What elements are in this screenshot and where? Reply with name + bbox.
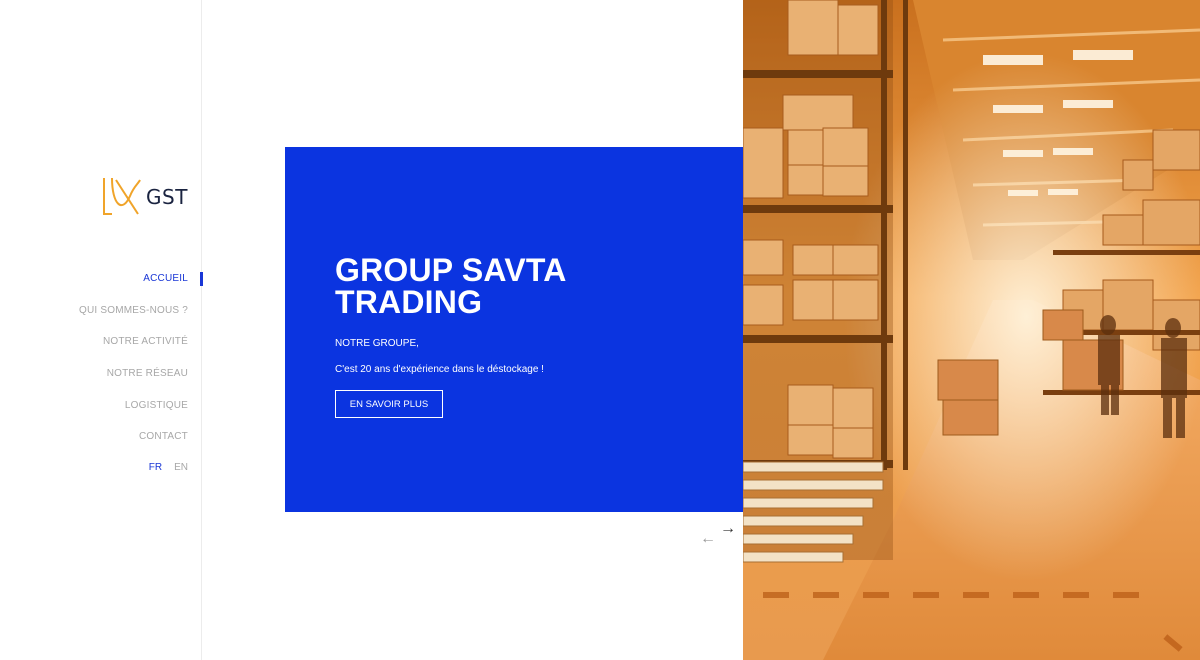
lang-en[interactable]: EN	[174, 462, 188, 473]
logo-text: GST	[146, 185, 188, 209]
arrow-right-icon[interactable]: →	[720, 521, 736, 537]
nav-item-notre-reseau[interactable]: NOTRE RÉSEAU	[79, 365, 188, 397]
main-nav: ACCUEIL QUI SOMMES-NOUS ? NOTRE ACTIVITÉ…	[79, 270, 188, 460]
hero-text: C'est 20 ans d'expérience dans le déstoc…	[335, 364, 544, 375]
nav-active-indicator	[200, 272, 203, 286]
hero-subtitle: NOTRE GROUPE,	[335, 338, 419, 349]
warehouse-illustration	[743, 0, 1200, 660]
language-switcher: FR EN	[149, 462, 188, 473]
gst-logo-icon	[103, 177, 141, 215]
lang-fr[interactable]: FR	[149, 462, 162, 473]
nav-item-qui-sommes-nous[interactable]: QUI SOMMES-NOUS ?	[79, 302, 188, 334]
nav-item-notre-activite[interactable]: NOTRE ACTIVITÉ	[79, 333, 188, 365]
nav-item-contact[interactable]: CONTACT	[79, 428, 188, 460]
sidebar: GST ACCUEIL QUI SOMMES-NOUS ? NOTRE ACTI…	[0, 0, 203, 660]
logo[interactable]: GST	[100, 174, 192, 220]
learn-more-button[interactable]: EN SAVOIR PLUS	[335, 390, 443, 418]
warehouse-image	[743, 0, 1200, 660]
nav-item-logistique[interactable]: LOGISTIQUE	[79, 397, 188, 429]
nav-item-accueil[interactable]: ACCUEIL	[79, 270, 188, 302]
hero-title: GROUP SAVTA TRADING	[335, 252, 566, 320]
hero-card: GROUP SAVTA TRADING NOTRE GROUPE, C'est …	[285, 147, 745, 512]
arrow-left-icon[interactable]: ←	[700, 531, 716, 547]
